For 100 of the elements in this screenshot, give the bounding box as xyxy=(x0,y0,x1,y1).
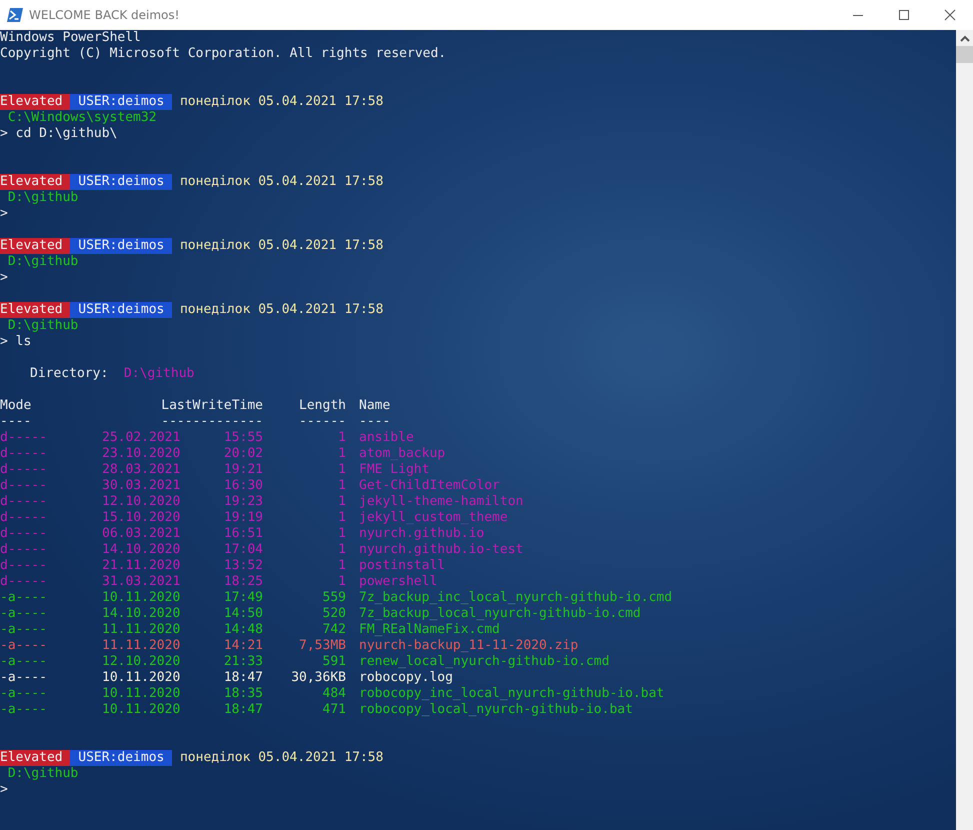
elevated-badge: Elevated xyxy=(0,750,70,766)
date-cell-text: 10.11.2020 xyxy=(102,590,182,606)
time-cell-text: 19:21 xyxy=(222,462,263,478)
mode-cell-text: -a---- xyxy=(0,606,48,622)
name-cell-text: robocopy_local_nyurch-github-io.bat xyxy=(358,702,634,718)
mode-cell-text: d----- xyxy=(0,574,48,590)
prompt-symbol: > xyxy=(0,782,8,798)
mode-cell-text: -a---- xyxy=(0,638,48,654)
prompt-symbol: > xyxy=(0,126,8,142)
date-cell-text: 10.11.2020 xyxy=(102,670,182,686)
console-text: Copyright (C) Microsoft Corporation. All rights reserved. xyxy=(0,46,446,62)
user-badge: USER:deimos xyxy=(70,750,172,766)
user-badge: USER:deimos xyxy=(70,238,172,254)
name-cell-text: robocopy.log xyxy=(358,670,454,686)
mode-cell-text: d----- xyxy=(0,558,48,574)
prompt-datetime: понеділок 05.04.2021 17:58 xyxy=(180,750,384,766)
date-cell-text: 14.10.2020 xyxy=(102,542,182,558)
date-cell-text: 28.03.2021 xyxy=(102,462,182,478)
prompt-symbol: > xyxy=(0,206,8,222)
mode-cell-text: d----- xyxy=(0,510,48,526)
prompt-symbol: > xyxy=(0,270,8,286)
command-text: cd D:\github\ xyxy=(16,126,118,142)
length-cell-text: 559 xyxy=(322,590,346,606)
name-cell-text: ansible xyxy=(358,430,415,446)
date-cell-text: 12.10.2020 xyxy=(102,654,182,670)
mode-cell-text: d----- xyxy=(0,494,48,510)
time-cell-text: 18:25 xyxy=(222,574,263,590)
length-cell-text: 1 xyxy=(337,526,346,542)
length-cell-text: 1 xyxy=(337,574,346,590)
mode-cell-text: d----- xyxy=(0,526,48,542)
prompt-symbol: > xyxy=(0,334,8,350)
scroll-up-icon[interactable] xyxy=(960,35,970,42)
prompt-datetime: понеділок 05.04.2021 17:58 xyxy=(180,238,384,254)
name-cell-text: nyurch.github.io xyxy=(358,526,486,542)
window-title: WELCOME BACK deimos! xyxy=(29,8,180,22)
prompt-datetime: понеділок 05.04.2021 17:58 xyxy=(180,302,384,318)
name-cell-text: Get-ChildItemColor xyxy=(358,478,501,494)
date-cell-text: 06.03.2021 xyxy=(102,526,182,542)
prompt-path: D:\github xyxy=(8,766,78,782)
mode-cell-text: -a---- xyxy=(0,702,48,718)
date-cell-text: 23.10.2020 xyxy=(102,446,182,462)
length-cell-text: 1 xyxy=(337,558,346,574)
elevated-badge: Elevated xyxy=(0,238,70,254)
column-rule: ------ xyxy=(298,414,346,430)
length-cell-text: 1 xyxy=(337,446,346,462)
column-header: LastWriteTime xyxy=(160,398,263,414)
time-cell-text: 15:55 xyxy=(222,430,263,446)
name-cell-text: nyurch.github.io-test xyxy=(358,542,524,558)
time-cell-text: 16:51 xyxy=(222,526,263,542)
close-icon xyxy=(944,9,956,21)
length-cell-text: 471 xyxy=(322,702,346,718)
time-cell-text: 13:52 xyxy=(222,558,263,574)
user-badge: USER:deimos xyxy=(70,302,172,318)
date-cell-text: 11.11.2020 xyxy=(102,622,182,638)
name-cell-text: jekyll-theme-hamilton xyxy=(358,494,524,510)
length-cell-text: 520 xyxy=(322,606,346,622)
date-cell-text: 10.11.2020 xyxy=(102,702,182,718)
length-cell-text: 1 xyxy=(337,478,346,494)
time-cell-text: 18:47 xyxy=(222,670,263,686)
prompt-path: D:\github xyxy=(8,318,78,334)
time-cell-text: 17:04 xyxy=(222,542,263,558)
name-cell-text: FM_REalNameFix.cmd xyxy=(358,622,501,638)
name-cell-text: jekyll_custom_theme xyxy=(358,510,509,526)
user-badge: USER:deimos xyxy=(70,174,172,190)
date-cell-text: 21.11.2020 xyxy=(102,558,182,574)
time-cell-text: 14:50 xyxy=(222,606,263,622)
date-cell-text: 30.03.2021 xyxy=(102,478,182,494)
prompt-path: C:\Windows\system32 xyxy=(8,110,157,126)
time-cell-text: 17:49 xyxy=(222,590,263,606)
column-rule: ------------- xyxy=(160,414,263,430)
length-cell-text: 30,36KB xyxy=(290,670,346,686)
name-cell-text: robocopy_inc_local_nyurch-github-io.bat xyxy=(358,686,666,702)
scrollbar[interactable] xyxy=(956,30,973,830)
date-cell-text: 15.10.2020 xyxy=(102,510,182,526)
date-cell-text: 31.03.2021 xyxy=(102,574,182,590)
time-cell-text: 18:35 xyxy=(222,686,263,702)
directory-label: Directory: xyxy=(30,366,108,382)
mode-cell-text: -a---- xyxy=(0,670,48,686)
prompt-datetime: понеділок 05.04.2021 17:58 xyxy=(180,94,384,110)
date-cell-text: 10.11.2020 xyxy=(102,686,182,702)
scrollbar-thumb[interactable] xyxy=(956,46,973,63)
column-header: Mode xyxy=(0,398,32,414)
column-rule: ---- xyxy=(0,414,32,430)
length-cell-text: 1 xyxy=(337,494,346,510)
column-header: Name xyxy=(358,398,392,414)
user-badge: USER:deimos xyxy=(70,94,172,110)
maximize-icon xyxy=(898,9,910,21)
length-cell-text: 591 xyxy=(322,654,346,670)
date-cell-text: 12.10.2020 xyxy=(102,494,182,510)
name-cell-text: nyurch-backup_11-11-2020.zip xyxy=(358,638,580,654)
time-cell-text: 21:33 xyxy=(222,654,263,670)
mode-cell-text: -a---- xyxy=(0,590,48,606)
name-cell-text: renew_local_nyurch-github-io.cmd xyxy=(358,654,610,670)
mode-cell-text: d----- xyxy=(0,478,48,494)
length-cell-text: 1 xyxy=(337,462,346,478)
time-cell-text: 18:47 xyxy=(222,702,263,718)
elevated-badge: Elevated xyxy=(0,302,70,318)
time-cell-text: 14:21 xyxy=(222,638,263,654)
powershell-icon xyxy=(7,8,23,22)
time-cell-text: 14:48 xyxy=(222,622,263,638)
